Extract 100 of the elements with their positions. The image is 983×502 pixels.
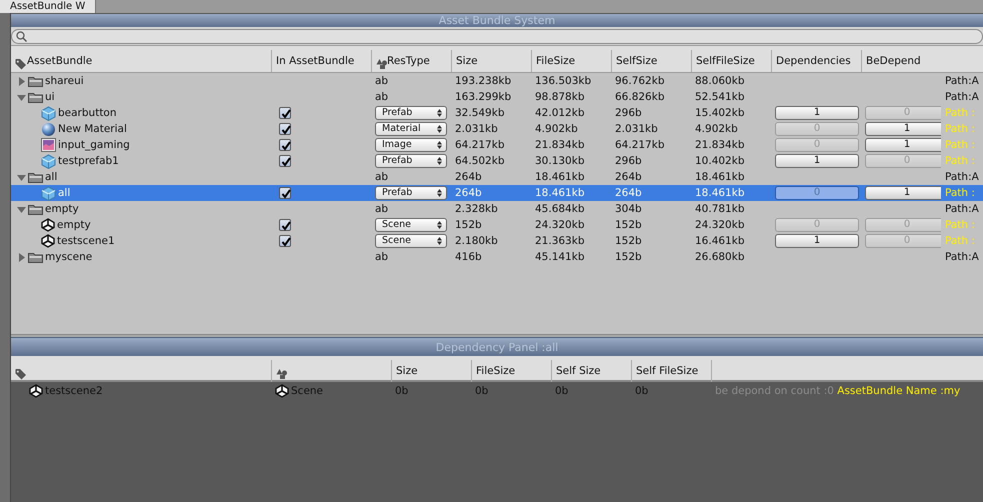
restype-text: Scene xyxy=(291,384,324,399)
row-name: New Material xyxy=(58,122,127,137)
table-cell: 0b xyxy=(555,385,568,397)
path-text: Path : xyxy=(945,235,975,247)
table-cell: 136.503kb xyxy=(535,75,592,87)
table-cell: 10.402kb xyxy=(695,155,744,167)
updown-icon xyxy=(437,125,442,133)
table-cell: 66.826kb xyxy=(615,91,664,103)
table-cell: 24.320kb xyxy=(535,219,584,231)
row-name: bearbutton xyxy=(58,106,117,121)
restype-dropdown[interactable]: Scene xyxy=(375,234,447,248)
scene-icon xyxy=(275,384,289,398)
path-text: Path : xyxy=(945,139,975,151)
column-header[interactable]: SelfSize xyxy=(611,50,691,72)
dependencies-button[interactable]: 1 xyxy=(775,154,859,168)
table-cell: 296b xyxy=(615,155,642,167)
row-name: ui xyxy=(45,90,55,105)
table-cell: 64.217kb xyxy=(615,139,664,151)
updown-icon xyxy=(437,141,442,149)
table-cell: 152b xyxy=(615,219,642,231)
updown-icon xyxy=(437,221,442,229)
sphere-icon xyxy=(41,122,56,136)
scene-icon xyxy=(29,384,43,398)
checkbox[interactable] xyxy=(279,155,291,167)
table-cell: 152b xyxy=(615,251,642,263)
column-header[interactable]: SelfFileSize xyxy=(691,50,771,72)
table-cell: 0b xyxy=(475,385,488,397)
table-cell: 21.834kb xyxy=(695,139,744,151)
restype-text: ab xyxy=(375,91,388,103)
updown-icon xyxy=(437,189,442,197)
column-header[interactable]: In AssetBundle xyxy=(271,50,371,72)
table-cell: 88.060kb xyxy=(695,75,744,87)
table-cell: 15.402kb xyxy=(695,107,744,119)
bundle-name-text: AssetBundle Name :my xyxy=(837,385,960,397)
window-tab[interactable]: AssetBundle W xyxy=(0,0,96,13)
restype-text: ab xyxy=(375,171,388,183)
checkbox[interactable] xyxy=(279,139,291,151)
scene-icon xyxy=(41,218,55,232)
restype-dropdown[interactable]: Scene xyxy=(375,218,447,232)
table-cell: 18.461kb xyxy=(535,171,584,183)
table-row[interactable]: ui ab 163.299kb 98.878kb 66.826kb 52.541kb Path:A xyxy=(11,89,983,105)
checkbox[interactable] xyxy=(279,123,291,135)
row-name: empty xyxy=(45,202,79,217)
checkbox[interactable] xyxy=(279,107,291,119)
checkbox[interactable] xyxy=(279,219,291,231)
dependencies-button[interactable]: 1 xyxy=(775,106,859,120)
table-cell: 4.902kb xyxy=(695,123,738,135)
table-row[interactable]: shareui ab 193.238kb 136.503kb 96.762kb 88.060kb Path:A xyxy=(11,73,983,89)
column-header[interactable]: BeDepend xyxy=(861,50,941,72)
row-name: empty xyxy=(57,218,91,233)
restype-text: ab xyxy=(375,75,388,87)
table-row[interactable]: all ab 264b 18.461kb 264b 18.461kb Path:A xyxy=(11,169,983,185)
table-row[interactable]: myscene ab 416b 45.141kb 152b 26.680kb Path:A xyxy=(11,249,983,265)
restype-dropdown[interactable]: Prefab xyxy=(375,106,447,120)
row-name: all xyxy=(45,170,58,185)
folder-icon xyxy=(28,75,43,87)
column-header[interactable]: Size xyxy=(451,50,531,72)
tag-icon xyxy=(15,58,27,70)
checkbox[interactable] xyxy=(279,187,291,199)
checkbox[interactable] xyxy=(279,235,291,247)
table-cell: 64.217kb xyxy=(455,139,504,151)
table-cell: 264b xyxy=(455,187,482,199)
restype-dropdown[interactable]: Image xyxy=(375,138,447,152)
path-text: Path : xyxy=(945,187,975,199)
table-cell: 0b xyxy=(395,385,408,397)
shapes-icon xyxy=(376,58,387,70)
search-field[interactable] xyxy=(11,29,983,44)
search-icon xyxy=(16,31,27,42)
path-text: Path:A xyxy=(945,203,979,215)
bedepend-button[interactable]: 1 xyxy=(865,122,941,136)
table-cell: 152b xyxy=(455,219,482,231)
restype-dropdown[interactable]: Prefab xyxy=(375,154,447,168)
table-cell: 52.541kb xyxy=(695,91,744,103)
column-header[interactable]: AssetBundle xyxy=(11,50,271,72)
table-cell: 2.180kb xyxy=(455,235,498,247)
restype-text: ab xyxy=(375,251,388,263)
column-header[interactable]: ResType xyxy=(371,50,451,72)
row-name: myscene xyxy=(45,250,92,265)
row-name: testscene1 xyxy=(57,234,115,249)
table-row[interactable]: empty ab 2.328kb 45.684kb 304b 40.781kb Path:A xyxy=(11,201,983,217)
image-icon xyxy=(41,138,56,152)
bedepend-button[interactable]: 1 xyxy=(865,186,941,200)
panel-title: Asset Bundle System xyxy=(11,13,983,27)
table-cell: 163.299kb xyxy=(455,91,512,103)
table-cell: 18.461kb xyxy=(695,171,744,183)
table-cell: 18.461kb xyxy=(535,187,584,199)
restype-text: ab xyxy=(375,203,388,215)
bedepend-button[interactable]: 1 xyxy=(865,138,941,152)
scene-icon xyxy=(41,234,55,248)
table-cell: 45.684kb xyxy=(535,203,584,215)
restype-dropdown[interactable]: Material xyxy=(375,122,447,136)
restype-dropdown[interactable]: Prefab xyxy=(375,186,447,200)
column-header[interactable]: Dependencies xyxy=(771,50,861,72)
updown-icon xyxy=(437,237,442,245)
table-cell: 193.238kb xyxy=(455,75,512,87)
cube-icon xyxy=(41,154,56,168)
row-name: testscene2 xyxy=(45,384,103,399)
table-cell: 0b xyxy=(635,385,648,397)
dependencies-button[interactable]: 1 xyxy=(775,234,859,248)
column-header[interactable]: FileSize xyxy=(531,50,611,72)
